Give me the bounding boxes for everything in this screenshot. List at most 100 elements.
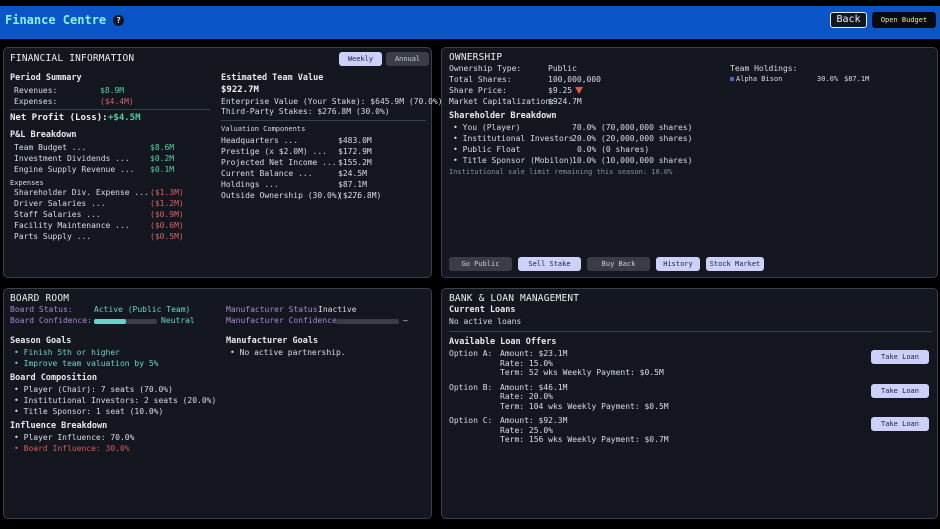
- board-status-value: Active (Public Team): [94, 305, 191, 314]
- valuation-label: Prestige (x $2.0M) ...: [221, 147, 327, 156]
- manufacturer-goals-heading: Manufacturer Goals: [226, 336, 319, 346]
- income-value: $0.1M: [150, 165, 175, 174]
- take-loan-button[interactable]: Take Loan: [871, 384, 929, 398]
- stock-market-button[interactable]: Stock Market: [706, 257, 764, 271]
- player-influence: • Player Influence: 70.0%: [14, 433, 135, 442]
- manufacturer-status-value: Inactive: [318, 305, 357, 314]
- market-cap-label: Market Capitalization:: [449, 97, 555, 106]
- net-profit-label: Net Profit (Loss):: [10, 113, 108, 123]
- valuation-value: $172.9M: [338, 147, 372, 156]
- expense-label: Driver Salaries ...: [14, 199, 106, 208]
- valuation-label: Current Balance ...: [221, 169, 313, 178]
- go-public-button[interactable]: Go Public: [449, 257, 512, 271]
- revenues-label: Revenues:: [14, 86, 58, 95]
- divider: [10, 109, 210, 110]
- manufacturer-confidence-label: Manufacturer Confidence:: [226, 316, 342, 325]
- current-loans-heading: Current Loans: [449, 305, 516, 315]
- composition-item: • Institutional Investors: 2 seats (20.0…: [14, 396, 217, 405]
- valuation-value: $87.1M: [338, 180, 367, 189]
- enterprise-value: Enterprise Value (Your Stake): $645.9M (…: [221, 97, 443, 106]
- period-summary-heading: Period Summary: [10, 73, 82, 83]
- board-confidence-text: Neutral: [161, 316, 195, 325]
- board-influence: • Board Influence: 30.0%: [14, 444, 130, 453]
- divider: [221, 120, 426, 121]
- valuation-value: $24.5M: [338, 169, 367, 178]
- team-holdings-heading: Team Holdings:: [730, 64, 798, 73]
- loan-term: Term: 156 wks Weekly Payment: $0.7M: [500, 435, 669, 444]
- income-label: Team Budget ...: [14, 143, 87, 152]
- expense-label: Staff Salaries ...: [14, 210, 101, 219]
- shareholder-value: 10.0% (10,000,000 shares): [572, 156, 693, 165]
- divider: [449, 331, 932, 332]
- expense-value: ($1.3M): [150, 188, 184, 197]
- valuation-label: Headquarters ...: [221, 136, 299, 145]
- financial-panel-title: FINANCIAL INFORMATION: [10, 53, 135, 64]
- bank-loan-title: BANK & LOAN MANAGEMENT: [449, 293, 580, 304]
- valuation-label: Projected Net Income ...: [221, 158, 337, 167]
- third-party-stakes: Third-Party Stakes: $276.8M (30.0%): [221, 107, 390, 116]
- board-confidence-label: Board Confidence:: [10, 316, 92, 325]
- holding-pct: 30.0%: [817, 75, 839, 83]
- ownership-panel-title: OWNERSHIP: [449, 52, 503, 63]
- loan-rate: Rate: 15.0%: [500, 359, 553, 368]
- season-goals-heading: Season Goals: [10, 336, 72, 346]
- board-confidence-bar: [94, 319, 157, 324]
- buy-back-button[interactable]: Buy Back: [587, 257, 650, 271]
- total-shares-value: 100,000,000: [548, 75, 601, 84]
- take-loan-button[interactable]: Take Loan: [871, 417, 929, 431]
- page-title: Finance Centre: [5, 13, 107, 27]
- open-budget-button[interactable]: Open Budget: [872, 12, 936, 28]
- estimated-team-value: $922.7M: [221, 85, 259, 95]
- weekly-toggle[interactable]: Weekly: [339, 52, 382, 66]
- expense-label: Shareholder Div. Expense ...: [14, 188, 149, 197]
- manufacturer-status-label: Manufacturer Status:: [226, 305, 323, 314]
- influence-breakdown-heading: Influence Breakdown: [10, 421, 108, 431]
- loan-amount: Amount: $46.1M: [500, 383, 568, 392]
- expense-value: ($0.9M): [150, 210, 184, 219]
- expenses-heading: Expenses: [10, 179, 44, 187]
- take-loan-button[interactable]: Take Loan: [871, 350, 929, 364]
- holding-row: Alpha Bison: [730, 76, 782, 83]
- shareholder-label: • You (Player): [453, 123, 521, 132]
- season-goal: • Improve team valuation by 5%: [14, 359, 159, 368]
- estimated-team-value-heading: Estimated Team Value: [221, 73, 324, 83]
- help-icon[interactable]: ?: [113, 15, 124, 26]
- composition-item: • Player (Chair): 7 seats (70.0%): [14, 385, 173, 394]
- valuation-value: $483.0M: [338, 136, 372, 145]
- expense-value: ($1.2M): [150, 199, 184, 208]
- institutional-sale-note: Institutional sale limit remaining this …: [449, 168, 673, 176]
- loan-amount: Amount: $92.3M: [500, 416, 568, 425]
- expenses-value: ($4.4M): [100, 97, 134, 106]
- valuation-value: ($276.8M): [338, 191, 382, 200]
- income-value: $8.6M: [150, 143, 175, 152]
- price-down-icon: [575, 87, 583, 94]
- valuation-components-heading: Valuation Components: [221, 125, 306, 133]
- season-goal: • Finish 5th or higher: [14, 348, 120, 357]
- loan-rate: Rate: 20.0%: [500, 392, 553, 401]
- ownership-type-label: Ownership Type:: [449, 64, 522, 73]
- revenues-value: $8.9M: [100, 86, 125, 95]
- holding-value: $87.1M: [844, 75, 870, 83]
- total-shares-label: Total Shares:: [449, 75, 512, 84]
- annual-toggle[interactable]: Annual: [386, 52, 429, 66]
- loan-option-name: Option A:: [449, 349, 493, 358]
- ownership-type-value: Public: [548, 64, 577, 73]
- shareholder-label: • Public Float: [453, 145, 521, 154]
- valuation-label: Holdings ...: [221, 180, 279, 189]
- loan-term: Term: 104 wks Weekly Payment: $0.5M: [500, 402, 669, 411]
- holding-name: Alpha Bison: [736, 75, 783, 83]
- manufacturer-confidence-text: —: [403, 316, 408, 325]
- board-confidence-fill: [94, 319, 126, 324]
- loan-option-name: Option B:: [449, 383, 493, 392]
- back-button[interactable]: Back: [830, 12, 867, 28]
- history-button[interactable]: History: [656, 257, 700, 271]
- loan-rate: Rate: 25.0%: [500, 426, 553, 435]
- shareholder-value: 20.0% (20,000,000 shares): [572, 134, 693, 143]
- share-price-label: Share Price:: [449, 86, 507, 95]
- sell-stake-button[interactable]: Sell Stake: [518, 257, 581, 271]
- income-label: Investment Dividends ...: [14, 154, 130, 163]
- board-composition-heading: Board Composition: [10, 373, 97, 383]
- board-status-label: Board Status:: [10, 305, 73, 314]
- shareholder-value: 0.0% (0 shares): [577, 145, 650, 154]
- team-color-icon: [730, 77, 734, 81]
